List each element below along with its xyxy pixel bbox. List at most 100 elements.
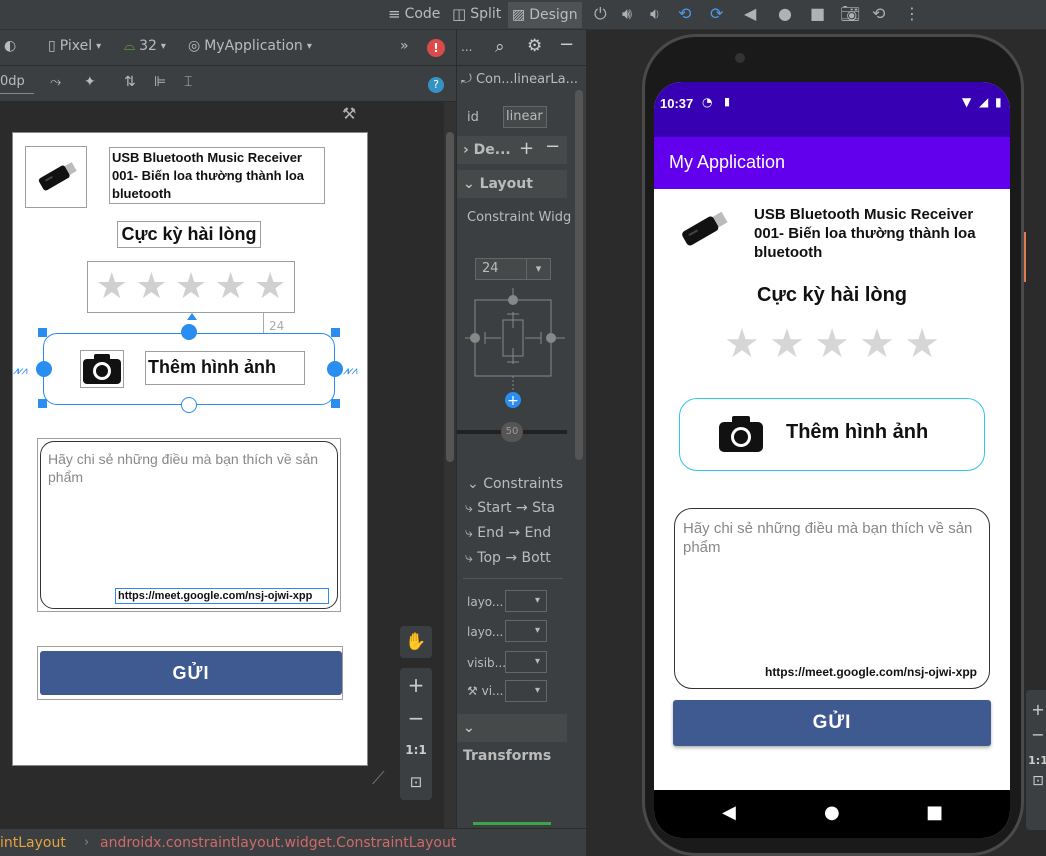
review-link[interactable]: https://meet.google.com/nsj-ojwi-xpp (765, 665, 977, 679)
help-icon[interactable]: ? (428, 77, 444, 93)
rating-bar[interactable]: ★ ★ ★ ★ ★ (724, 322, 940, 366)
end-anchor-handle[interactable] (327, 361, 343, 377)
camera-image[interactable] (80, 350, 124, 388)
clear-constraints-icon[interactable]: ⤳ (50, 74, 61, 90)
zoom-actual-button[interactable]: 1:1 (400, 734, 432, 766)
star-icon[interactable]: ★ (904, 322, 940, 366)
transforms-section[interactable]: ⌄ Transforms (457, 714, 567, 764)
bias-slider-thumb[interactable]: 50 (501, 422, 523, 442)
add-photo-button[interactable]: Thêm hình ảnh (679, 398, 985, 471)
star-icon[interactable]: ★ (769, 322, 805, 366)
zoom-out-icon[interactable]: − (400, 702, 432, 734)
home-icon[interactable]: ● (778, 4, 792, 23)
zoom-fit-icon[interactable]: ⊡ (400, 766, 432, 798)
constraint-widget[interactable]: + (465, 288, 575, 408)
attr-dropdown[interactable]: ▾ (505, 590, 547, 612)
design-view-button[interactable]: ▨ Design (508, 2, 582, 28)
device-selector[interactable]: ▯ Pixel ▾ (48, 38, 101, 54)
theme-selector[interactable]: ◎ MyApplication ▾ (188, 38, 312, 54)
attributes-panel: ... ⌕ ⚙ − ⤾ Con...linearLa... id linear … (456, 30, 586, 830)
submit-button[interactable]: GỬI (40, 651, 342, 695)
attr-dropdown[interactable]: ▾ (505, 620, 547, 642)
star-icon[interactable]: ★ (724, 322, 760, 366)
usb-dongle-icon (682, 211, 728, 246)
constraints-header[interactable]: ⌄ Constraints (467, 476, 563, 492)
top-anchor-handle[interactable] (181, 324, 197, 340)
baseline-icon[interactable]: ⌶ (184, 74, 192, 90)
chevron-down-icon: ▾ (306, 40, 312, 52)
design-surface[interactable]: USB Bluetooth Music Receiver 001- Biến l… (12, 132, 368, 766)
id-field[interactable]: linear (503, 106, 547, 128)
volume-up-icon[interactable]: 🔊︎ (622, 4, 632, 24)
review-input[interactable]: Hãy chi sẻ những điều mà bạn thích về sả… (40, 441, 338, 609)
margin-dropdown[interactable]: 24 ▾ (475, 258, 551, 280)
rotate-right-icon[interactable]: ⟳ (710, 4, 723, 23)
zoom-out-icon[interactable]: − (1026, 725, 1046, 744)
add-attribute-icon[interactable]: + (519, 138, 534, 159)
star-icon[interactable]: ★ (859, 322, 895, 366)
error-icon[interactable]: ! (427, 39, 445, 57)
overflow-dots-icon[interactable]: ... (461, 40, 472, 54)
gear-icon[interactable]: ⚙ (527, 36, 542, 56)
search-icon[interactable]: ⌕ (495, 37, 505, 57)
breadcrumb-current[interactable]: androidx.constraintlayout.widget.Constra… (100, 835, 456, 851)
product-image[interactable] (25, 146, 87, 208)
start-anchor-handle[interactable] (36, 361, 52, 377)
layout-section[interactable]: ⌄ Layout (457, 170, 567, 198)
margin-line (263, 313, 264, 333)
power-icon[interactable]: ⏻ (594, 4, 607, 24)
volume-down-icon[interactable]: 🔉︎ (650, 4, 660, 24)
remove-attribute-icon[interactable]: − (545, 136, 560, 157)
vertical-scrollbar[interactable] (444, 102, 456, 828)
guidelines-icon[interactable]: ⇅ (124, 74, 136, 90)
default-margin-field[interactable]: 0dp (0, 74, 34, 94)
align-icon[interactable]: ⊫ (154, 74, 166, 90)
review-link[interactable]: https://meet.google.com/nsj-ojwi-xpp (115, 588, 329, 604)
resize-handle[interactable] (38, 399, 47, 408)
attr-dropdown[interactable]: ▾ (505, 680, 547, 702)
snapshot-icon[interactable]: ⟲ (872, 4, 885, 23)
split-view-button[interactable]: ◫ Split (452, 5, 501, 23)
chevron-down-icon: ⌄ (467, 476, 479, 492)
theme-icon: ◎ (188, 38, 201, 54)
rating-text: Cực kỳ hài lòng (756, 284, 908, 306)
submit-button[interactable]: GỬI (673, 700, 991, 746)
constraint-item[interactable]: ⤷ Top → Bott (465, 550, 575, 566)
rotate-left-icon[interactable]: ⟲ (678, 4, 691, 23)
resize-handle[interactable] (331, 399, 340, 408)
surface-toggle-icon[interactable]: ◐ (4, 38, 16, 54)
camera-icon[interactable]: 📷︎ (840, 4, 860, 23)
star-icon[interactable]: ★ (814, 322, 850, 366)
minimize-icon[interactable]: − (559, 34, 574, 55)
zoom-actual-button[interactable]: 1:1 (1026, 754, 1046, 767)
attributes-scrollbar[interactable] (575, 90, 583, 460)
bottom-anchor-handle[interactable] (181, 397, 197, 413)
nav-recents-icon[interactable]: ■ (926, 802, 943, 823)
more-icon[interactable]: ⋮ (904, 4, 920, 23)
attr-dropdown[interactable]: ▾ (505, 651, 547, 673)
api-selector[interactable]: ⌓ 32 ▾ (124, 38, 166, 54)
nav-back-icon[interactable]: ◀ (722, 802, 736, 823)
rating-bar[interactable]: ★ ★ ★ ★ ★ (87, 261, 295, 313)
constraint-item[interactable]: ⤷ End → End (465, 525, 575, 541)
nav-home-icon[interactable]: ● (824, 802, 840, 823)
infer-constraints-icon[interactable]: ✦ (84, 74, 96, 90)
review-input[interactable]: Hãy chi sẻ những điều mà bạn thích về sả… (674, 508, 990, 689)
resize-corner-icon[interactable]: ⟋ (372, 768, 385, 789)
back-icon[interactable]: ◀ (744, 4, 756, 23)
constraint-item[interactable]: ⤷ Start → Sta (465, 500, 575, 516)
breadcrumb-parent[interactable]: intLayout (0, 835, 66, 851)
overview-icon[interactable]: ■ (810, 4, 825, 23)
code-view-button[interactable]: ≡ Code (388, 5, 440, 23)
pan-hand-icon[interactable]: ✋ (400, 626, 432, 658)
overflow-icon[interactable]: » (400, 38, 409, 54)
device-screen[interactable]: 10:37 ◔ ▮ ▼ ◢ ▮ My Application USB Bluet… (654, 82, 1010, 838)
add-photo-container-selected[interactable]: Thêm hình ảnh (43, 333, 335, 405)
zoom-in-icon[interactable]: + (400, 668, 432, 702)
signal-icon: ◢ (979, 95, 989, 109)
resize-handle[interactable] (38, 328, 47, 337)
resize-handle[interactable] (331, 328, 340, 337)
zoom-in-icon[interactable]: + (1026, 700, 1046, 719)
wrench-icon[interactable]: ⚒ (342, 104, 356, 123)
zoom-fit-icon[interactable]: ⊡ (1026, 773, 1046, 789)
